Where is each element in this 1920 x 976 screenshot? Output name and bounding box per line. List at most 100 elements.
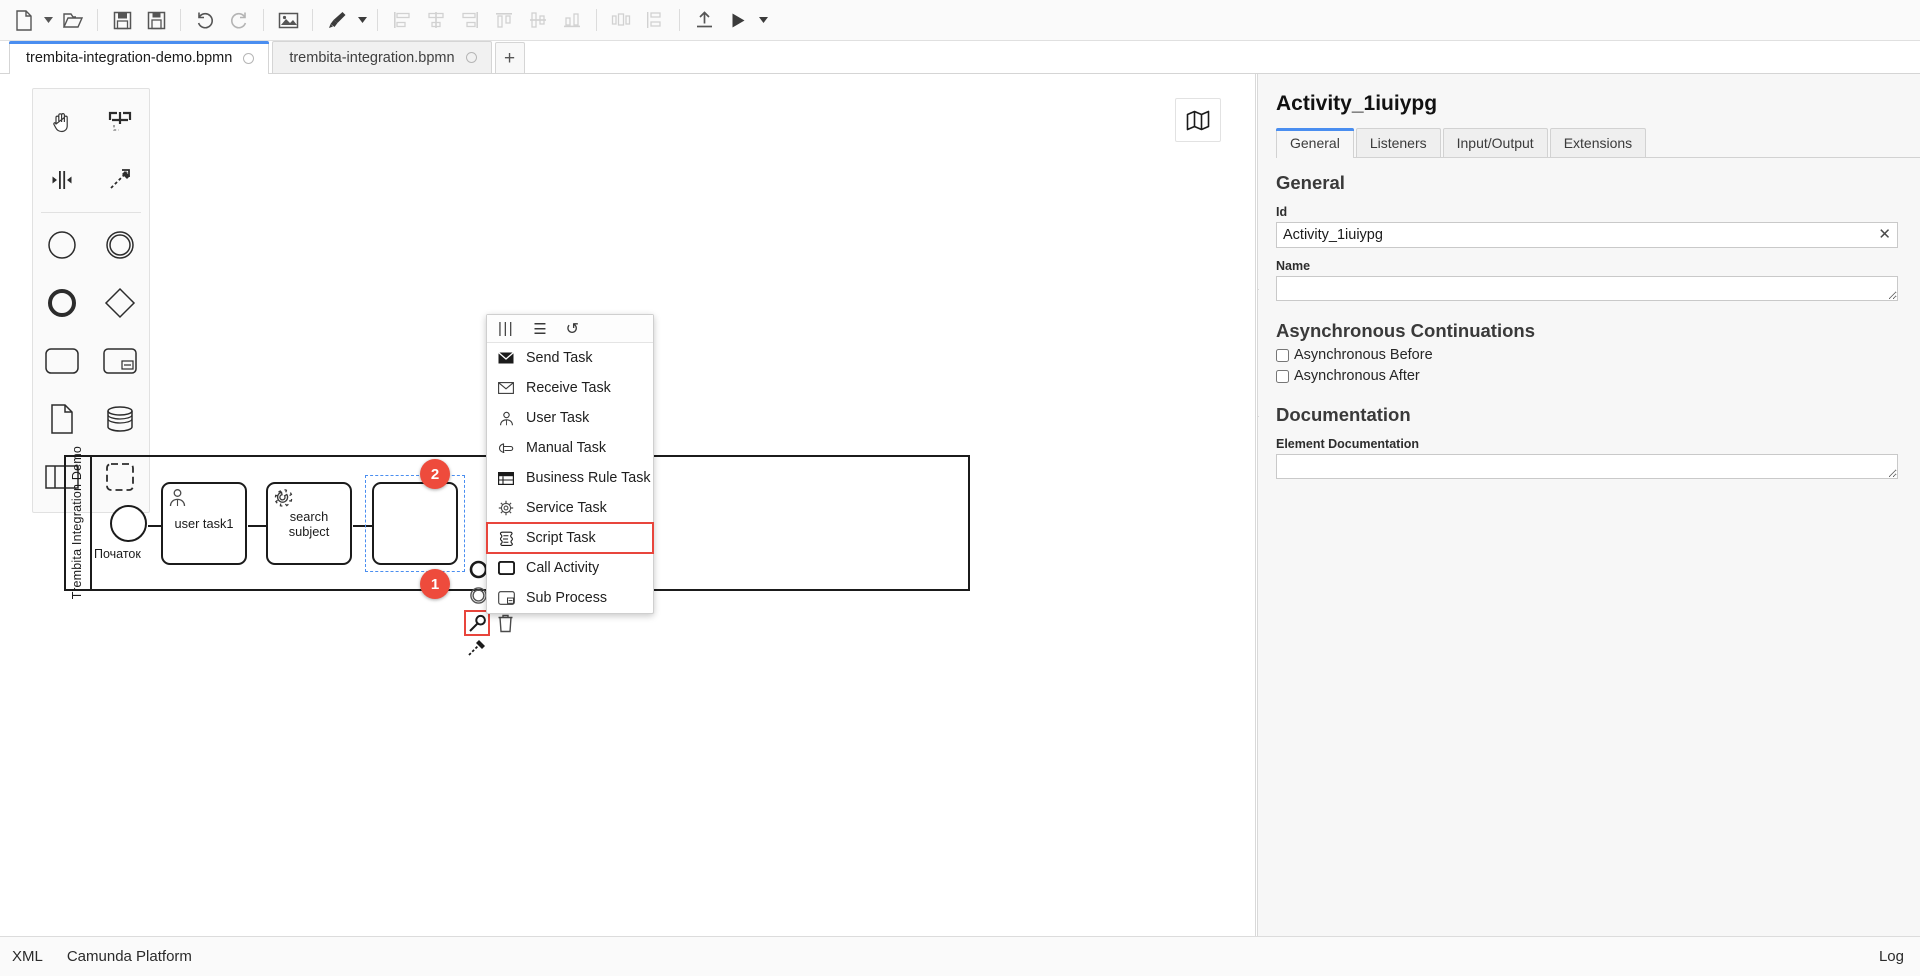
name-field-label: Name bbox=[1258, 248, 1920, 276]
run-dropdown[interactable] bbox=[755, 4, 771, 36]
tab-trembita-integration[interactable]: trembita-integration.bpmn bbox=[272, 41, 491, 73]
palette-space-tool[interactable] bbox=[33, 151, 91, 209]
redo-button[interactable] bbox=[222, 4, 256, 36]
replace-item-call-activity[interactable]: Call Activity bbox=[487, 553, 653, 583]
connect-button[interactable] bbox=[466, 636, 488, 658]
name-field-wrapper bbox=[1276, 276, 1898, 306]
toolbar-divider bbox=[180, 9, 181, 31]
align-top-button[interactable] bbox=[487, 4, 521, 36]
clear-icon[interactable]: ✕ bbox=[1878, 225, 1891, 245]
async-after-checkbox-row[interactable]: Asynchronous After bbox=[1258, 363, 1920, 384]
palette-create-gateway[interactable] bbox=[91, 274, 149, 332]
status-platform-button[interactable]: Camunda Platform bbox=[55, 948, 204, 965]
align-bottom-button[interactable] bbox=[555, 4, 589, 36]
replace-item-script-task[interactable]: Script Task bbox=[487, 523, 653, 553]
palette-create-intermediate-event[interactable] bbox=[91, 216, 149, 274]
toolbar-divider bbox=[97, 9, 98, 31]
replace-item-manual-task[interactable]: Manual Task bbox=[487, 433, 653, 463]
replace-item-send-task[interactable]: Send Task bbox=[487, 343, 653, 373]
palette-create-end-event[interactable] bbox=[33, 274, 91, 332]
tab-extensions[interactable]: Extensions bbox=[1550, 128, 1646, 157]
minimap-icon bbox=[1186, 110, 1210, 131]
palette-create-start-event[interactable] bbox=[33, 216, 91, 274]
palette-create-data-object[interactable] bbox=[33, 390, 91, 448]
bpmn-task-selected[interactable] bbox=[372, 482, 458, 565]
async-before-checkbox-row[interactable]: Asynchronous Before bbox=[1258, 342, 1920, 363]
async-before-checkbox[interactable] bbox=[1276, 349, 1289, 362]
bpmn-start-event-label: Початок bbox=[94, 547, 141, 561]
minimap-toggle-button[interactable] bbox=[1175, 98, 1221, 142]
async-before-label: Asynchronous Before bbox=[1294, 347, 1433, 363]
tab-input-output[interactable]: Input/Output bbox=[1443, 128, 1548, 157]
bpmn-canvas[interactable]: Trembita Integration Demo Початок user t… bbox=[0, 74, 1256, 936]
replace-item-user-task[interactable]: User Task bbox=[487, 403, 653, 433]
save-button[interactable] bbox=[105, 4, 139, 36]
palette-create-data-store[interactable] bbox=[91, 390, 149, 448]
palette-create-subprocess-expanded[interactable] bbox=[91, 332, 149, 390]
align-right-button[interactable] bbox=[453, 4, 487, 36]
task-icon bbox=[44, 347, 80, 375]
replace-item-service-task[interactable]: Service Task bbox=[487, 493, 653, 523]
tab-dirty-indicator[interactable] bbox=[466, 52, 477, 63]
tab-general[interactable]: General bbox=[1276, 128, 1354, 158]
script-icon bbox=[497, 531, 515, 546]
new-file-dropdown[interactable] bbox=[40, 4, 56, 36]
new-file-button[interactable] bbox=[6, 4, 40, 36]
call-activity-icon bbox=[497, 561, 515, 575]
section-heading-documentation: Documentation bbox=[1258, 384, 1920, 426]
bpmn-task-search-subject[interactable]: search subject bbox=[266, 482, 352, 565]
replace-item-sub-process[interactable]: Sub Process bbox=[487, 583, 653, 613]
gateway-icon bbox=[103, 286, 137, 320]
subprocess-icon bbox=[102, 347, 138, 375]
tab-trembita-integration-demo[interactable]: trembita-integration-demo.bpmn bbox=[9, 41, 269, 74]
open-file-button[interactable] bbox=[56, 4, 90, 36]
replace-element-menu[interactable]: ||| ☰ ↺ Send Task Receive Task User Task bbox=[486, 314, 654, 614]
undo-button[interactable] bbox=[188, 4, 222, 36]
palette-lasso-tool[interactable] bbox=[91, 93, 149, 151]
pool-header[interactable]: Trembita Integration Demo bbox=[64, 455, 92, 591]
palette-create-task[interactable] bbox=[33, 332, 91, 390]
documentation-input[interactable] bbox=[1276, 454, 1898, 479]
add-tab-button[interactable]: + bbox=[495, 42, 525, 73]
async-after-checkbox[interactable] bbox=[1276, 370, 1289, 383]
properties-panel-toggle[interactable]: Properties Panel bbox=[1257, 289, 1259, 417]
palette-hand-tool[interactable] bbox=[33, 93, 91, 151]
start-event-icon bbox=[45, 228, 79, 262]
replace-item-business-rule-task[interactable]: Business Rule Task bbox=[487, 463, 653, 493]
list-view-icon[interactable]: ☰ bbox=[533, 320, 546, 338]
deploy-button[interactable] bbox=[687, 4, 721, 36]
align-center-button[interactable] bbox=[419, 4, 453, 36]
replace-item-label: Service Task bbox=[526, 500, 607, 516]
properties-panel: Properties Panel Activity_1iuiypg Genera… bbox=[1257, 74, 1920, 936]
color-picker-button[interactable] bbox=[320, 4, 354, 36]
replace-item-label: Business Rule Task bbox=[526, 470, 651, 486]
space-tool-icon bbox=[49, 167, 75, 193]
main-toolbar bbox=[0, 0, 1920, 41]
reset-icon[interactable]: ↺ bbox=[566, 319, 579, 339]
status-xml-button[interactable]: XML bbox=[0, 948, 55, 965]
distribute-horizontal-button[interactable] bbox=[604, 4, 638, 36]
columns-view-icon[interactable]: ||| bbox=[498, 320, 514, 337]
section-heading-async: Asynchronous Continuations bbox=[1258, 306, 1920, 342]
bpmn-task-user-task1[interactable]: user task1 bbox=[161, 482, 247, 565]
tab-dirty-indicator[interactable] bbox=[243, 53, 254, 64]
status-log-button[interactable]: Log bbox=[1879, 948, 1920, 965]
align-middle-button[interactable] bbox=[521, 4, 555, 36]
color-picker-dropdown[interactable] bbox=[354, 4, 370, 36]
align-left-button[interactable] bbox=[385, 4, 419, 36]
change-element-button[interactable] bbox=[466, 612, 488, 634]
run-button[interactable] bbox=[721, 4, 755, 36]
palette-global-connect-tool[interactable] bbox=[91, 151, 149, 209]
distribute-vertical-button[interactable] bbox=[638, 4, 672, 36]
id-input[interactable] bbox=[1276, 222, 1898, 248]
end-event-icon bbox=[45, 286, 79, 320]
replace-item-receive-task[interactable]: Receive Task bbox=[487, 373, 653, 403]
section-heading-general: General bbox=[1258, 158, 1920, 194]
delete-button[interactable] bbox=[494, 612, 516, 634]
save-as-button[interactable] bbox=[139, 4, 173, 36]
export-image-button[interactable] bbox=[271, 4, 305, 36]
bpmn-start-event[interactable] bbox=[110, 505, 147, 542]
step-badge-1: 1 bbox=[420, 569, 450, 599]
tab-listeners[interactable]: Listeners bbox=[1356, 128, 1441, 157]
name-input[interactable] bbox=[1276, 276, 1898, 301]
